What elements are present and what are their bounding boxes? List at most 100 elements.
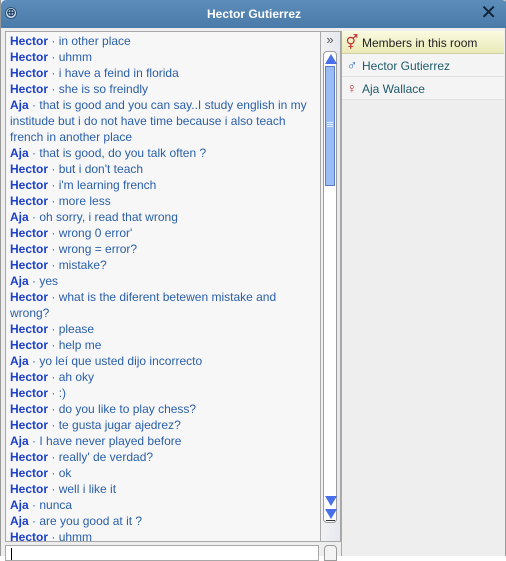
message-sender[interactable]: Hector <box>10 418 48 432</box>
male-icon: ♂ <box>346 57 358 73</box>
members-panel: ⚥ Members in this room ♂ Hector Gutierrez … <box>341 31 504 556</box>
message-text: that is good and you can say..I study en… <box>10 98 307 144</box>
message-text: i have a feind in florida <box>58 66 179 80</box>
message-sender[interactable]: Aja <box>10 514 29 528</box>
chat-window: ⊕ Hector Gutierrez ✕ Hector · in other p… <box>0 0 506 561</box>
message-separator: · <box>48 338 59 352</box>
message-separator: · <box>48 258 59 272</box>
chat-message: Hector · i have a feind in florida <box>6 65 316 81</box>
message-sender[interactable]: Hector <box>10 530 48 541</box>
message-sender[interactable]: Hector <box>10 226 48 240</box>
message-sender[interactable]: Aja <box>10 98 29 112</box>
message-separator: · <box>48 66 59 80</box>
chat-message: Hector · :) <box>6 385 316 401</box>
message-text: ok <box>58 466 72 480</box>
message-separator: · <box>28 98 40 112</box>
message-text: help me <box>58 338 102 352</box>
message-text: really' de verdad? <box>58 450 154 464</box>
scrollbar-thumb[interactable] <box>325 66 335 186</box>
scrollbar-track[interactable] <box>323 51 337 523</box>
chat-message: Hector · do you like to play chess? <box>6 401 316 417</box>
message-text: please <box>58 322 95 336</box>
scroll-to-bottom-bar <box>326 520 335 521</box>
chat-message: Hector · ok <box>6 465 316 481</box>
members-header-label: Members in this room <box>362 36 478 50</box>
chat-scrollbar-column: » <box>321 31 341 542</box>
message-separator: · <box>48 386 59 400</box>
chat-message: Hector · wrong = error? <box>6 241 316 257</box>
message-sender[interactable]: Aja <box>10 210 29 224</box>
message-sender[interactable]: Hector <box>10 82 48 96</box>
chat-message: Hector · but i don't teach <box>6 161 316 177</box>
message-sender[interactable]: Hector <box>10 338 48 352</box>
member-name: Aja Wallace <box>362 82 425 96</box>
message-text: yes <box>39 274 59 288</box>
scroll-up-icon[interactable] <box>325 54 337 64</box>
message-sender[interactable]: Hector <box>10 66 48 80</box>
message-text: more less <box>58 194 111 208</box>
message-text: uhmm <box>58 50 93 64</box>
message-text: uhmm <box>58 530 93 542</box>
message-text: i'm learning french <box>58 178 157 192</box>
message-sender[interactable]: Hector <box>10 178 48 192</box>
message-sender[interactable]: Aja <box>10 434 29 448</box>
chat-log[interactable]: Hector · in other place Hector · uhmm Hect… <box>5 31 321 542</box>
message-separator: · <box>48 194 59 208</box>
chat-message: Aja · yes <box>6 273 316 289</box>
message-sender[interactable]: Aja <box>10 354 29 368</box>
message-sender[interactable]: Hector <box>10 162 48 176</box>
message-sender[interactable]: Hector <box>10 194 48 208</box>
send-button[interactable] <box>324 545 337 561</box>
chat-message: Hector · te gusta jugar ajedrez? <box>6 417 316 433</box>
message-separator: · <box>48 242 59 256</box>
message-separator: · <box>28 210 40 224</box>
collapse-members-button[interactable]: » <box>322 33 338 49</box>
message-sender[interactable]: Hector <box>10 402 48 416</box>
message-text: well i like it <box>58 482 117 496</box>
message-separator: · <box>48 322 59 336</box>
chat-message: Hector · what is the diferent betewen mi… <box>6 289 316 321</box>
message-text: nunca <box>39 498 73 512</box>
message-text: I have never played before <box>39 434 182 448</box>
close-icon[interactable]: ✕ <box>480 3 497 23</box>
window-title: Hector Gutierrez <box>206 7 302 21</box>
message-sender[interactable]: Hector <box>10 50 48 64</box>
member-item[interactable]: ♀ Aja Wallace <box>342 77 504 100</box>
chat-message: Hector · help me <box>6 337 316 353</box>
message-text: te gusta jugar ajedrez? <box>58 418 181 432</box>
scroll-down-icon[interactable] <box>325 496 337 506</box>
chat-message: Hector · mistake? <box>6 257 316 273</box>
message-text: :) <box>58 386 67 400</box>
message-sender[interactable]: Hector <box>10 258 48 272</box>
message-sender[interactable]: Hector <box>10 386 48 400</box>
message-sender[interactable]: Hector <box>10 466 48 480</box>
message-sender[interactable]: Aja <box>10 146 29 160</box>
chat-message: Hector · wrong 0 error' <box>6 225 316 241</box>
member-item[interactable]: ♂ Hector Gutierrez <box>342 54 504 77</box>
members-gender-icon: ⚥ <box>345 34 359 50</box>
message-sender[interactable]: Hector <box>10 370 48 384</box>
message-separator: · <box>28 514 40 528</box>
message-input[interactable] <box>5 545 319 561</box>
message-sender[interactable]: Aja <box>10 274 29 288</box>
chat-message: Aja · that is good, do you talk often ? <box>6 145 316 161</box>
message-separator: · <box>28 146 40 160</box>
scroll-to-bottom-icon[interactable] <box>325 509 337 519</box>
message-separator: · <box>48 162 59 176</box>
message-text: wrong 0 error' <box>58 226 133 240</box>
message-text: she is so freindly <box>58 82 149 96</box>
message-separator: · <box>48 34 59 48</box>
message-sender[interactable]: Hector <box>10 290 48 304</box>
chat-message: Hector · uhmm <box>6 49 316 65</box>
message-separator: · <box>48 82 59 96</box>
message-sender[interactable]: Hector <box>10 450 48 464</box>
message-sender[interactable]: Aja <box>10 498 29 512</box>
message-sender[interactable]: Hector <box>10 34 48 48</box>
message-sender[interactable]: Hector <box>10 482 48 496</box>
message-sender[interactable]: Hector <box>10 322 48 336</box>
message-sender[interactable]: Hector <box>10 242 48 256</box>
message-separator: · <box>48 370 59 384</box>
message-separator: · <box>48 482 59 496</box>
title-bar[interactable]: ⊕ Hector Gutierrez ✕ <box>1 0 506 28</box>
message-separator: · <box>48 530 59 542</box>
